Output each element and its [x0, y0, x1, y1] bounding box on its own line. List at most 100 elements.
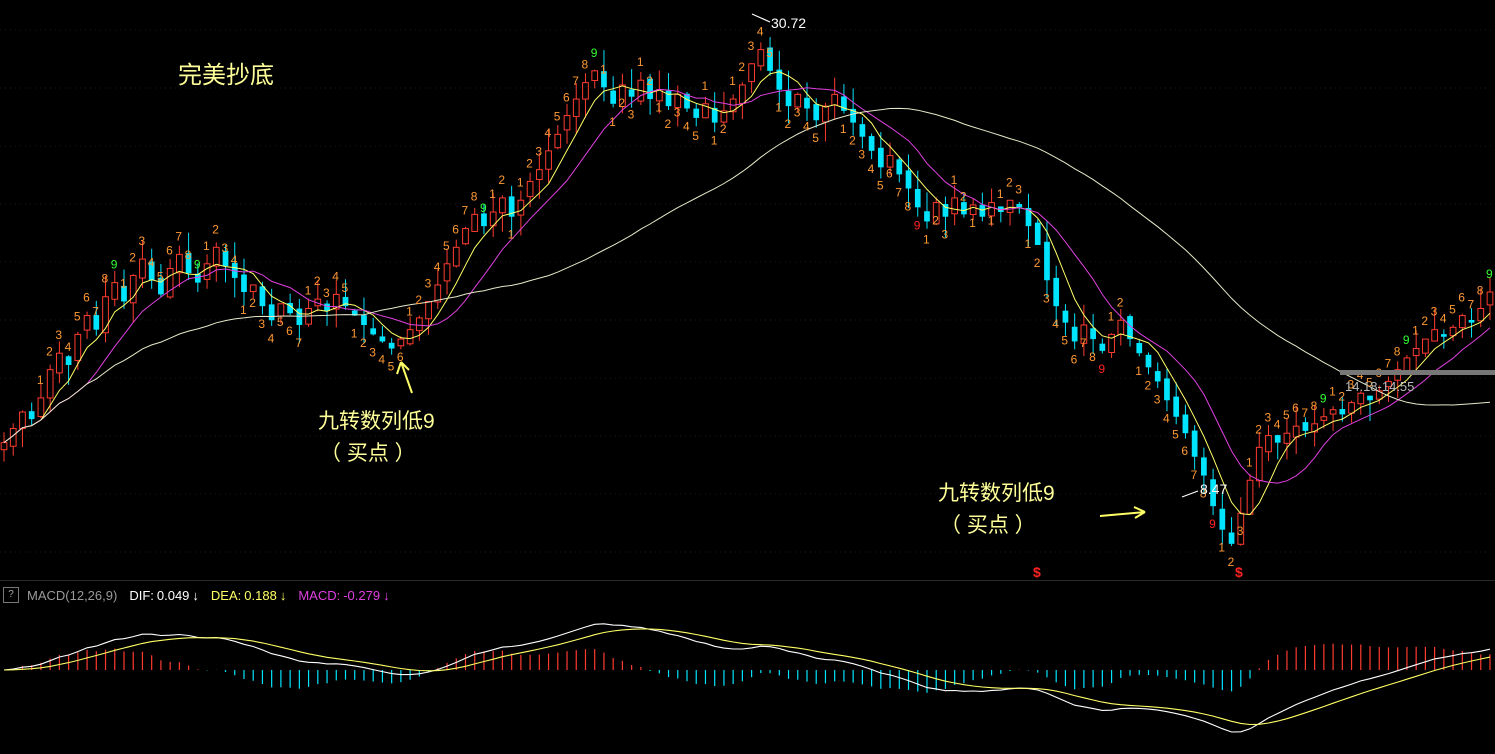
- td-buy-count: 2: [1034, 256, 1041, 270]
- candle-body: [425, 300, 432, 320]
- td-buy-count: 8: [905, 199, 912, 213]
- td-buy-count: 3: [369, 345, 376, 359]
- annotation-2-line2: （ 买点 ）: [940, 514, 1036, 537]
- td-sell-count: 3: [1015, 182, 1022, 196]
- td-sell-count: 5: [554, 109, 561, 123]
- td-buy-count: 1: [969, 216, 976, 230]
- td-sell-count: 9: [480, 201, 487, 215]
- td-sell-count: 1: [997, 187, 1004, 201]
- ma60-line: [3, 107, 1491, 443]
- td-sell-count: 1: [203, 239, 210, 253]
- td-sell-count: 5: [342, 281, 349, 295]
- range-band: [1340, 370, 1495, 375]
- td-sell-count: 1: [1246, 455, 1253, 469]
- candle-body: [166, 267, 174, 298]
- td-sell-count: 6: [563, 91, 570, 105]
- td-sell-count: 8: [1311, 399, 1318, 413]
- td-sell-count: 2: [960, 189, 967, 203]
- td-sell-count: 6: [166, 243, 173, 257]
- td-buy-count: 1: [240, 303, 247, 317]
- td-buy-count: 9: [1098, 362, 1105, 376]
- candle-body: [859, 124, 866, 137]
- annotation-1-line1: 九转数列低9: [318, 410, 435, 433]
- candle-body: [610, 90, 617, 104]
- candle-body: [1117, 319, 1125, 335]
- td-sell-count: 5: [1449, 302, 1456, 316]
- td-buy-count: 2: [1228, 555, 1235, 569]
- td-sell-count: 4: [1440, 312, 1447, 326]
- td-sell-count: 4: [434, 260, 441, 274]
- td-sell-count: 2: [1117, 295, 1124, 309]
- candle-body: [388, 342, 395, 349]
- candle-body: [924, 211, 930, 222]
- td-sell-count: 3: [535, 145, 542, 159]
- td-sell-count: 7: [1301, 406, 1308, 420]
- td-sell-count: 3: [1264, 411, 1271, 425]
- candle-body: [1283, 432, 1291, 444]
- td-sell-count: 4: [332, 269, 339, 283]
- candle-body: [979, 204, 986, 217]
- td-sell-count: 6: [83, 291, 90, 305]
- candle-body: [0, 442, 8, 451]
- candle-body: [1044, 241, 1050, 281]
- range-price-label: 14.18-14.55: [1345, 379, 1414, 394]
- td-sell-count: 1: [1108, 309, 1115, 323]
- macd-lines: [3, 623, 1491, 733]
- candle-body: [905, 170, 912, 189]
- td-buy-count: 4: [803, 119, 810, 133]
- candle-body: [83, 315, 91, 331]
- td-sell-count: 3: [55, 328, 62, 342]
- td-buy-count: 1: [775, 101, 782, 115]
- candle-body: [499, 197, 506, 214]
- candle-body: [969, 204, 977, 216]
- annotation-arrow-2: [1099, 506, 1146, 519]
- td-buy-count: 6: [1181, 444, 1188, 458]
- td-sell-count: 6: [1458, 291, 1465, 305]
- td-buy-count: 4: [268, 331, 275, 345]
- td-buy-count: 4: [868, 162, 875, 176]
- candle-body: [176, 253, 183, 274]
- td-buy-count: 2: [249, 296, 256, 310]
- td-sell-count: 4: [757, 25, 764, 39]
- candle-body: [739, 84, 746, 104]
- td-sell-count: 7: [1468, 298, 1475, 312]
- td-buy-count: 4: [683, 119, 690, 133]
- candle-body: [1173, 396, 1180, 417]
- candle-body: [1292, 425, 1300, 438]
- td-sell-count: 4: [65, 340, 72, 354]
- candle-body: [1219, 508, 1226, 530]
- candle-body: [397, 338, 405, 347]
- candlesticks: [0, 37, 1494, 547]
- td-sell-count: 9: [591, 46, 598, 60]
- td-sell-count: 2: [46, 345, 53, 359]
- td-sell-count: 1: [406, 305, 413, 319]
- td-sell-count: 8: [581, 58, 588, 72]
- candle-body: [1228, 532, 1235, 544]
- td-buy-count: 2: [1144, 378, 1151, 392]
- candle-body: [259, 286, 266, 307]
- td-buy-count: 5: [692, 129, 699, 143]
- candle-body: [370, 328, 377, 335]
- candle-body: [693, 108, 700, 118]
- td-buy-count: 6: [286, 324, 293, 338]
- macd-chart[interactable]: [0, 600, 1495, 754]
- candle-body: [452, 246, 460, 267]
- price-chart[interactable]: 1234567891234567891234123456712345123456…: [0, 0, 1495, 580]
- td-sell-count: 3: [138, 234, 145, 248]
- candle-body: [822, 105, 829, 123]
- candle-body: [535, 169, 543, 181]
- td-sell-count: 2: [646, 74, 653, 88]
- td-buy-count: 4: [378, 352, 385, 366]
- td-buy-count: 2: [785, 117, 792, 131]
- td-buy-count: 5: [812, 131, 819, 145]
- td-sell-count: 1: [701, 79, 708, 93]
- td-sell-count: 4: [545, 126, 552, 140]
- pane-divider: [0, 580, 1495, 581]
- td-buy-count: 1: [1025, 237, 1032, 251]
- td-sell-count: 2: [212, 222, 219, 236]
- td-sell-count: 7: [175, 229, 182, 243]
- td-buy-count: 3: [1154, 392, 1161, 406]
- td-sell-count: 8: [471, 189, 478, 203]
- td-sell-count: 7: [572, 74, 579, 88]
- td-sell-count: 1: [1412, 324, 1419, 338]
